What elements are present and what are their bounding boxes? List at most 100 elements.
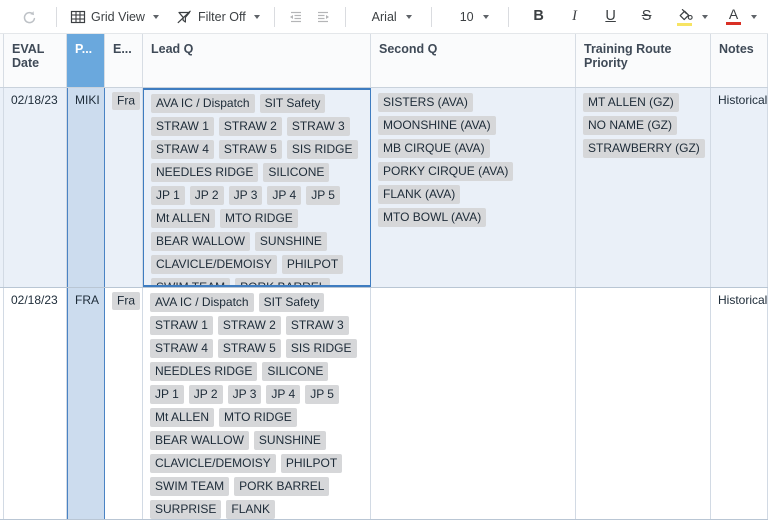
lead-q-tag[interactable]: NEEDLES RIDGE — [151, 163, 259, 182]
lead-q-tag[interactable]: JP 5 — [306, 186, 340, 205]
lead-q-tag[interactable]: CLAVICLE/DEMOISY — [151, 255, 277, 274]
lead-q-tag[interactable]: STRAW 3 — [285, 316, 349, 335]
lead-q-tag[interactable]: SWIM TEAM — [151, 278, 231, 285]
fill-color-chevron-down-icon[interactable] — [701, 14, 708, 19]
fill-color-button[interactable] — [672, 4, 698, 30]
lead-q-tag[interactable]: AVA IC / Dispatch — [151, 94, 255, 113]
lead-q-tag[interactable]: NEEDLES RIDGE — [150, 362, 258, 381]
lead-q-tag[interactable]: JP 5 — [305, 385, 339, 404]
text-color-button[interactable]: A — [721, 4, 747, 30]
lead-q-tag[interactable]: JP 4 — [267, 186, 302, 205]
table-row[interactable]: 02/18/23 MIKI Fra AVA IC / Dispatch SIT S… — [0, 88, 768, 288]
font-size-chevron-down-icon[interactable] — [482, 14, 489, 19]
lead-q-tag[interactable]: PHILPOT — [280, 454, 343, 473]
training-route-priority-tag[interactable]: STRAWBERRY (GZ) — [583, 139, 705, 158]
training-route-priority-tag[interactable]: NO NAME (GZ) — [583, 116, 677, 135]
cell-p[interactable]: MIKI — [67, 88, 105, 287]
cell-second-q[interactable]: SISTERS (AVA) MOONSHINE (AVA) MB CIRQUE (A… — [371, 88, 576, 287]
lead-q-tag[interactable]: BEAR WALLOW — [151, 232, 250, 251]
lead-q-tag[interactable]: SIS RIDGE — [285, 339, 357, 358]
lead-q-tag[interactable]: STRAW 4 — [151, 140, 214, 159]
column-header-e[interactable]: E... — [105, 34, 143, 87]
lead-q-tag[interactable]: SIS RIDGE — [286, 140, 358, 159]
italic-button[interactable]: I — [560, 4, 590, 30]
lead-q-tag[interactable]: MTO RIDGE — [220, 209, 298, 228]
cell-eval-date[interactable]: 02/18/23 — [4, 88, 67, 287]
cell-eval-date[interactable]: 02/18/23 — [4, 288, 67, 519]
decrease-indent-button[interactable] — [282, 4, 310, 30]
spreadsheet-grid[interactable]: EVAL Date P... E... Lead Q Second Q Trai… — [0, 34, 768, 521]
lead-q-tag[interactable]: STRAW 2 — [217, 316, 281, 335]
lead-q-tag[interactable]: STRAW 4 — [150, 339, 213, 358]
lead-q-tag[interactable]: STRAW 1 — [151, 117, 214, 136]
cell-lead-q[interactable]: AVA IC / Dispatch SIT Safety STRAW 1 STRAW … — [143, 288, 371, 519]
lead-q-tag[interactable]: CLAVICLE/DEMOISY — [150, 454, 276, 473]
lead-q-tag[interactable]: STRAW 5 — [218, 140, 282, 159]
column-header-second-q[interactable]: Second Q — [371, 34, 576, 87]
view-selector[interactable]: Grid View — [64, 4, 166, 30]
column-header-lead-q[interactable]: Lead Q — [143, 34, 371, 87]
lead-q-tag[interactable]: PHILPOT — [281, 255, 344, 274]
lead-q-tag[interactable]: JP 3 — [227, 385, 262, 404]
cell-training-route-priority[interactable]: MT ALLEN (GZ) NO NAME (GZ) STRAWBERRY (GZ) — [576, 88, 711, 287]
lead-q-tag[interactable]: JP 2 — [188, 385, 223, 404]
second-q-tag[interactable]: FLANK (AVA) — [378, 185, 461, 204]
second-q-tag[interactable]: SISTERS (AVA) — [378, 93, 473, 112]
lead-q-tag[interactable]: BEAR WALLOW — [150, 431, 249, 450]
lead-q-tag[interactable]: SWIM TEAM — [150, 477, 230, 496]
second-q-tag[interactable]: MB CIRQUE (AVA) — [378, 139, 490, 158]
lead-q-tag[interactable]: STRAW 3 — [286, 117, 350, 136]
second-q-tag[interactable]: MOONSHINE (AVA) — [378, 116, 496, 135]
lead-q-tag[interactable]: STRAW 5 — [217, 339, 281, 358]
lead-q-tag[interactable]: STRAW 2 — [218, 117, 282, 136]
lead-q-tag[interactable]: SUNSHINE — [253, 431, 326, 450]
lead-q-tag[interactable]: SIT Safety — [259, 94, 326, 113]
lead-q-tag[interactable]: Mt ALLEN — [150, 408, 215, 427]
lead-q-tag[interactable]: STRAW 1 — [150, 316, 213, 335]
cell-notes[interactable]: Historical — [711, 288, 768, 519]
column-header-p[interactable]: P... — [67, 34, 105, 87]
font-family-chevron-down-icon[interactable] — [405, 14, 412, 19]
cell-notes[interactable]: Historical — [711, 88, 768, 287]
training-route-priority-tag[interactable]: MT ALLEN (GZ) — [583, 93, 679, 112]
lead-q-tag[interactable]: SILICONE — [263, 163, 330, 182]
lead-q-tag[interactable]: PORK BARREL — [235, 278, 331, 285]
lead-q-tag[interactable]: SIT Safety — [258, 293, 325, 312]
grid-view-chevron-down-icon[interactable] — [152, 14, 159, 19]
column-header-notes[interactable]: Notes — [711, 34, 768, 87]
filter-off-button[interactable]: Filter Off — [172, 4, 250, 30]
column-header-eval-date[interactable]: EVAL Date — [4, 34, 67, 87]
increase-indent-button[interactable] — [310, 4, 338, 30]
redo-button[interactable] — [16, 4, 44, 30]
grid-view-button[interactable]: Grid View — [64, 4, 149, 30]
second-q-tag[interactable]: MTO BOWL (AVA) — [378, 208, 487, 227]
font-size-selector[interactable]: 10 — [455, 10, 494, 24]
lead-q-tag[interactable]: PORK BARREL — [234, 477, 330, 496]
underline-button[interactable]: U — [596, 4, 626, 30]
lead-q-tag[interactable]: JP 4 — [266, 385, 301, 404]
cell-p[interactable]: FRA — [67, 288, 105, 519]
table-row[interactable]: 02/18/23 FRA Fra AVA IC / Dispatch SIT Sa… — [0, 288, 768, 520]
bold-button[interactable]: B — [524, 4, 554, 30]
strikethrough-button[interactable]: S — [632, 4, 662, 30]
lead-q-tag[interactable]: JP 3 — [228, 186, 263, 205]
lead-q-tag[interactable]: SILICONE — [262, 362, 329, 381]
cell-training-route-priority[interactable] — [576, 288, 711, 519]
lead-q-tag[interactable]: MTO RIDGE — [219, 408, 297, 427]
second-q-tag[interactable]: PORKY CIRQUE (AVA) — [378, 162, 514, 181]
cell-second-q[interactable] — [371, 288, 576, 519]
lead-q-tag[interactable]: JP 1 — [150, 385, 184, 404]
cell-lead-q[interactable]: AVA IC / Dispatch SIT Safety STRAW 1 STRAW … — [143, 88, 371, 287]
text-color-chevron-down-icon[interactable] — [750, 14, 757, 19]
lead-q-tag[interactable]: SUNSHINE — [254, 232, 327, 251]
lead-q-tag[interactable]: JP 2 — [189, 186, 224, 205]
lead-q-tag[interactable]: FLANK — [226, 500, 276, 519]
filter-chevron-down-icon[interactable] — [253, 14, 260, 19]
cell-e[interactable]: Fra — [105, 288, 143, 519]
lead-q-tag[interactable]: Mt ALLEN — [151, 209, 216, 228]
column-header-training-route-priority[interactable]: Training Route Priority — [576, 34, 711, 87]
filter-selector[interactable]: Filter Off — [172, 4, 267, 30]
lead-q-tag[interactable]: AVA IC / Dispatch — [150, 293, 254, 312]
cell-e[interactable]: Fra — [105, 88, 143, 287]
lead-q-tag[interactable]: JP 1 — [151, 186, 185, 205]
